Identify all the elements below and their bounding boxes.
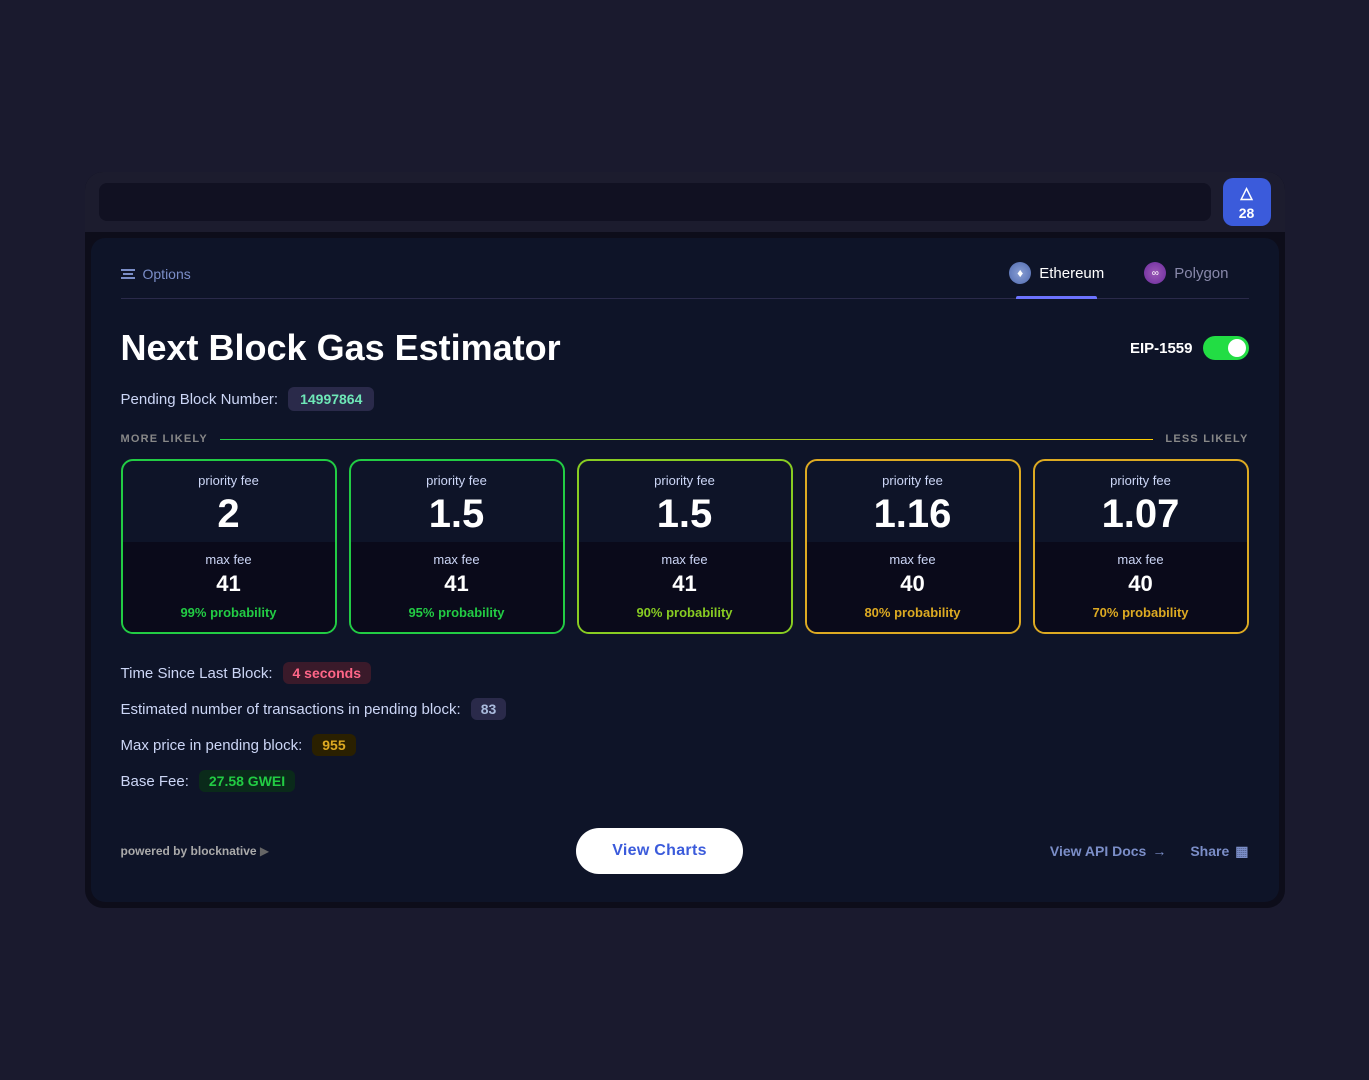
badge-count: 28 [1239, 205, 1255, 221]
stat-label-2: Max price in pending block: [121, 737, 303, 754]
max-fee-label-4: max fee [1045, 552, 1237, 567]
priority-value-0: 2 [133, 494, 325, 534]
stat-row-1: Estimated number of transactions in pend… [121, 698, 1249, 720]
view-charts-button[interactable]: View Charts [576, 828, 743, 874]
stat-label-0: Time Since Last Block: [121, 665, 273, 682]
footer-links: View API Docs → Share ▦ [1050, 843, 1249, 860]
fee-card-top-3: priority fee 1.16 [807, 461, 1019, 542]
probability-0: 99% probability [133, 605, 325, 620]
probability-2: 90% probability [589, 605, 781, 620]
stats-section: Time Since Last Block: 4 seconds Estimat… [121, 662, 1249, 792]
max-fee-value-0: 41 [133, 571, 325, 597]
top-bar: △ 28 [85, 172, 1285, 232]
polygon-label: Polygon [1174, 265, 1228, 282]
priority-value-2: 1.5 [589, 494, 781, 534]
fee-card-top-0: priority fee 2 [123, 461, 335, 542]
more-likely-label: MORE LIKELY [121, 433, 208, 445]
likelihood-row: MORE LIKELY LESS LIKELY [121, 433, 1249, 445]
ethereum-icon: ♦ [1009, 262, 1031, 284]
stat-row-2: Max price in pending block: 955 [121, 734, 1249, 756]
fee-card-4: priority fee 1.07 max fee 40 70% probabi… [1033, 459, 1249, 634]
stat-row-3: Base Fee: 27.58 GWEI [121, 770, 1249, 792]
max-fee-value-4: 40 [1045, 571, 1237, 597]
less-likely-label: LESS LIKELY [1165, 433, 1248, 445]
fee-card-bottom-1: max fee 41 95% probability [351, 542, 563, 632]
options-icon [121, 269, 135, 279]
network-tabs: Options ♦ Ethereum ∞ Polygon [121, 262, 1249, 299]
eip-toggle-container: EIP-1559 [1130, 336, 1249, 360]
block-value: 14997864 [288, 387, 374, 411]
share-link[interactable]: Share ▦ [1190, 843, 1248, 860]
api-docs-label: View API Docs [1050, 843, 1146, 859]
priority-value-3: 1.16 [817, 494, 1009, 534]
priority-value-1: 1.5 [361, 494, 553, 534]
fee-card-top-2: priority fee 1.5 [579, 461, 791, 542]
fee-card-bottom-0: max fee 41 99% probability [123, 542, 335, 632]
priority-label-3: priority fee [817, 473, 1009, 488]
arrow-right-icon: → [1152, 843, 1166, 859]
tab-polygon[interactable]: ∞ Polygon [1124, 262, 1248, 298]
stat-value-2: 955 [312, 734, 355, 756]
fee-card-top-4: priority fee 1.07 [1035, 461, 1247, 542]
page-title: Next Block Gas Estimator [121, 327, 561, 369]
probability-4: 70% probability [1045, 605, 1237, 620]
stat-label-3: Base Fee: [121, 773, 189, 790]
view-api-docs-link[interactable]: View API Docs → [1050, 843, 1166, 859]
fee-card-3: priority fee 1.16 max fee 40 80% probabi… [805, 459, 1021, 634]
copy-icon: ▦ [1235, 843, 1248, 860]
priority-label-4: priority fee [1045, 473, 1237, 488]
stat-value-1: 83 [471, 698, 507, 720]
priority-label-1: priority fee [361, 473, 553, 488]
eip-toggle-switch[interactable] [1203, 336, 1249, 360]
main-content: Options ♦ Ethereum ∞ Polygon Next Block … [91, 238, 1279, 902]
max-fee-label-1: max fee [361, 552, 553, 567]
max-fee-label-0: max fee [133, 552, 325, 567]
priority-label-2: priority fee [589, 473, 781, 488]
stat-value-3: 27.58 GWEI [199, 770, 295, 792]
fee-card-bottom-2: max fee 41 90% probability [579, 542, 791, 632]
probability-1: 95% probability [361, 605, 553, 620]
max-fee-value-3: 40 [817, 571, 1009, 597]
max-fee-label-2: max fee [589, 552, 781, 567]
footer: powered by blocknative ▶ View Charts Vie… [121, 820, 1249, 874]
fee-card-1: priority fee 1.5 max fee 41 95% probabil… [349, 459, 565, 634]
max-fee-value-2: 41 [589, 571, 781, 597]
share-label: Share [1190, 843, 1229, 859]
stat-value-0: 4 seconds [283, 662, 371, 684]
max-fee-value-1: 41 [361, 571, 553, 597]
options-label: Options [143, 266, 191, 282]
priority-label-0: priority fee [133, 473, 325, 488]
options-button[interactable]: Options [121, 266, 191, 294]
page-header: Next Block Gas Estimator EIP-1559 [121, 327, 1249, 369]
fee-cards-container: priority fee 2 max fee 41 99% probabilit… [121, 459, 1249, 634]
stat-label-1: Estimated number of transactions in pend… [121, 701, 461, 718]
fee-card-bottom-4: max fee 40 70% probability [1035, 542, 1247, 632]
priority-value-4: 1.07 [1045, 494, 1237, 534]
ethereum-label: Ethereum [1039, 265, 1104, 282]
probability-3: 80% probability [817, 605, 1009, 620]
fee-card-0: priority fee 2 max fee 41 99% probabilit… [121, 459, 337, 634]
fee-card-top-1: priority fee 1.5 [351, 461, 563, 542]
block-info: Pending Block Number: 14997864 [121, 387, 1249, 411]
app-container: △ 28 Options ♦ Ethereum ∞ Polygon N [85, 172, 1285, 908]
fee-card-bottom-3: max fee 40 80% probability [807, 542, 1019, 632]
likelihood-gradient-line [220, 439, 1154, 440]
max-fee-label-3: max fee [817, 552, 1009, 567]
powered-by: powered by blocknative ▶ [121, 844, 270, 858]
extension-badge: △ 28 [1223, 178, 1271, 226]
search-bar[interactable] [99, 183, 1211, 221]
tab-ethereum[interactable]: ♦ Ethereum [989, 262, 1124, 298]
brand-name: blocknative [191, 844, 257, 858]
block-label: Pending Block Number: [121, 391, 279, 408]
logo-icon: △ [1240, 183, 1252, 203]
powered-label: powered by [121, 844, 188, 858]
stat-row-0: Time Since Last Block: 4 seconds [121, 662, 1249, 684]
polygon-icon: ∞ [1144, 262, 1166, 284]
eip-label: EIP-1559 [1130, 340, 1193, 357]
fee-card-2: priority fee 1.5 max fee 41 90% probabil… [577, 459, 793, 634]
